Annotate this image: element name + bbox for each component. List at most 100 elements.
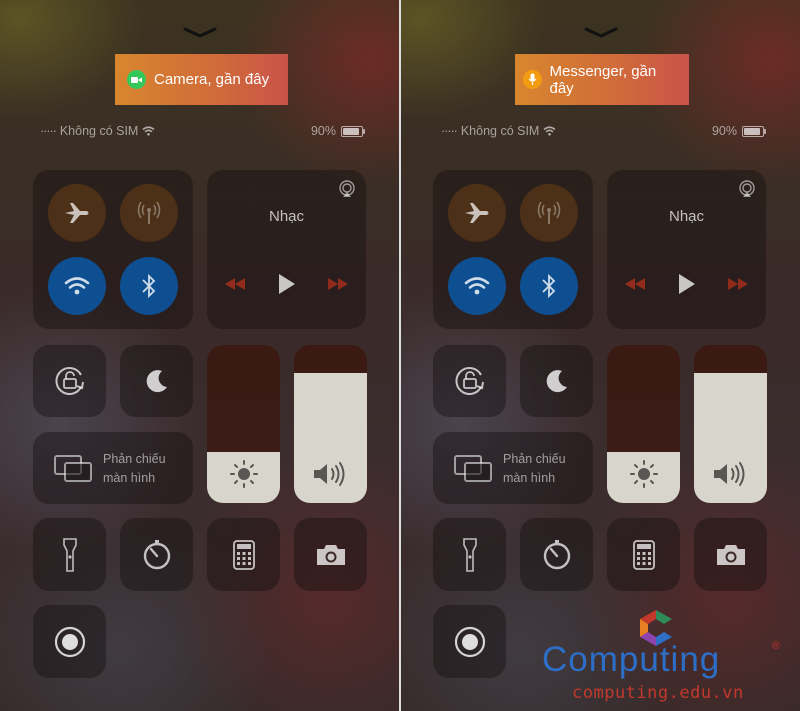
- watermark: Computing ® computing.edu.vn: [542, 608, 782, 704]
- next-track-button[interactable]: [724, 274, 752, 294]
- wifi-toggle[interactable]: [48, 257, 106, 315]
- next-track-button[interactable]: [324, 274, 352, 294]
- play-icon: [679, 274, 695, 294]
- rotation-lock-icon: [54, 367, 84, 395]
- carrier-label: Không có SIM: [59, 124, 139, 138]
- watermark-brand: Computing: [542, 640, 721, 679]
- recent-usage-banner[interactable]: Messenger, gần đây: [515, 54, 689, 105]
- connectivity-module: [33, 170, 193, 329]
- connectivity-module: [433, 170, 593, 329]
- bluetooth-icon: [542, 273, 556, 299]
- timer-icon: [143, 539, 170, 569]
- orientation-lock-button[interactable]: [33, 345, 106, 417]
- music-title: Nhạc: [668, 208, 705, 225]
- timer-button[interactable]: [520, 518, 593, 591]
- battery-percent: 90%: [310, 124, 336, 138]
- music-module[interactable]: Nhạc: [607, 170, 766, 329]
- antenna-icon: [537, 201, 561, 224]
- record-icon: [454, 626, 485, 657]
- music-title: Nhạc: [268, 208, 305, 225]
- battery-icon: [742, 125, 766, 137]
- bluetooth-toggle[interactable]: [520, 257, 578, 315]
- airplay-icon[interactable]: [338, 180, 356, 198]
- screen-mirroring-icon: [454, 455, 492, 482]
- flashlight-button[interactable]: [433, 518, 506, 591]
- recent-usage-banner[interactable]: Camera, gần đây: [115, 54, 288, 105]
- antenna-icon: [137, 201, 161, 224]
- sun-icon: [629, 460, 658, 488]
- rotation-lock-icon: [454, 367, 484, 395]
- play-button[interactable]: [673, 270, 701, 298]
- do-not-disturb-button[interactable]: [520, 345, 593, 417]
- banner-label: Messenger, gần đây: [549, 62, 657, 97]
- camera-icon: [316, 544, 345, 565]
- watermark-url: computing.edu.vn: [572, 683, 744, 703]
- status-bar: ····· Không có SIM 90%: [441, 124, 766, 140]
- bluetooth-toggle[interactable]: [120, 257, 178, 315]
- fast-forward-icon: [328, 278, 348, 290]
- timer-icon: [543, 539, 570, 569]
- screen-mirroring-label-line1: Phản chiếu: [103, 452, 166, 466]
- do-not-disturb-button[interactable]: [120, 345, 193, 417]
- brightness-slider[interactable]: [207, 345, 280, 503]
- play-button[interactable]: [273, 270, 301, 298]
- sun-icon: [229, 460, 258, 488]
- moon-icon: [546, 370, 567, 393]
- calculator-button[interactable]: [607, 518, 680, 591]
- wifi-icon: [64, 277, 90, 295]
- screen-recording-button[interactable]: [33, 605, 106, 678]
- video-camera-icon: [127, 70, 146, 89]
- chevron-down-icon[interactable]: [584, 26, 618, 38]
- control-center-panel-left: Camera, gần đây ····· Không có SIM 90% N…: [0, 0, 399, 711]
- banner-label: Camera, gần đây: [154, 71, 270, 88]
- screen-mirroring-label-line1: Phản chiếu: [503, 452, 566, 466]
- screen-mirroring-button[interactable]: Phản chiếu màn hình: [33, 432, 193, 504]
- wifi-icon: [142, 126, 155, 136]
- moon-icon: [146, 370, 167, 393]
- calculator-icon: [232, 539, 255, 570]
- volume-slider[interactable]: [294, 345, 367, 503]
- airplane-icon: [465, 203, 489, 223]
- flashlight-button[interactable]: [33, 518, 106, 591]
- speaker-icon: [713, 462, 744, 486]
- screen-mirroring-button[interactable]: Phản chiếu màn hình: [433, 432, 593, 504]
- flashlight-icon: [462, 537, 477, 572]
- airplane-mode-toggle[interactable]: [448, 184, 506, 242]
- screen-recording-button[interactable]: [433, 605, 506, 678]
- battery-percent: 90%: [711, 124, 737, 138]
- cellular-data-toggle[interactable]: [120, 184, 178, 242]
- camera-button[interactable]: [694, 518, 767, 591]
- camera-button[interactable]: [294, 518, 367, 591]
- wifi-toggle[interactable]: [448, 257, 506, 315]
- rewind-icon: [625, 278, 645, 290]
- camera-icon: [716, 544, 745, 565]
- orientation-lock-button[interactable]: [433, 345, 506, 417]
- chevron-down-icon[interactable]: [183, 26, 217, 38]
- previous-track-button[interactable]: [621, 274, 649, 294]
- airplane-mode-toggle[interactable]: [48, 184, 106, 242]
- airplane-icon: [65, 203, 89, 223]
- music-module[interactable]: Nhạc: [207, 170, 366, 329]
- screen-mirroring-icon: [54, 455, 92, 482]
- timer-button[interactable]: [120, 518, 193, 591]
- volume-slider[interactable]: [694, 345, 767, 503]
- battery-icon: [341, 125, 365, 137]
- cellular-data-toggle[interactable]: [520, 184, 578, 242]
- speaker-icon: [313, 462, 344, 486]
- record-icon: [54, 626, 85, 657]
- airplay-icon[interactable]: [738, 180, 756, 198]
- previous-track-button[interactable]: [221, 274, 249, 294]
- rewind-icon: [225, 278, 245, 290]
- play-icon: [279, 274, 295, 294]
- wifi-icon: [543, 126, 556, 136]
- control-center-panel-right: Messenger, gần đây ····· Không có SIM 90…: [401, 0, 800, 711]
- screen-mirroring-label-line2: màn hình: [103, 471, 156, 485]
- carrier-label: Không có SIM: [460, 124, 540, 138]
- wifi-icon: [464, 277, 490, 295]
- registered-mark: ®: [771, 640, 780, 652]
- microphone-icon: [523, 70, 542, 89]
- brightness-slider[interactable]: [607, 345, 680, 503]
- status-bar: ····· Không có SIM 90%: [40, 124, 365, 140]
- fast-forward-icon: [728, 278, 748, 290]
- calculator-button[interactable]: [207, 518, 280, 591]
